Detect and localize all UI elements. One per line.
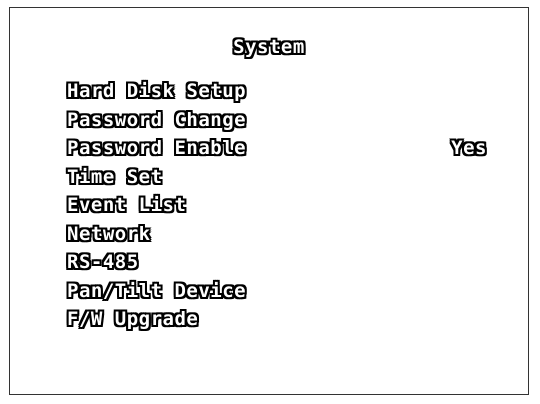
menu-item-password-enable[interactable]: Password Enable Yes: [67, 134, 487, 163]
menu-item-label: Hard Disk Setup: [67, 80, 247, 102]
menu-item-password-change[interactable]: Password Change: [67, 106, 487, 135]
menu-item-label: Network: [67, 222, 151, 245]
menu-item-label: Event List: [67, 194, 187, 216]
menu-item-label: Password Change: [67, 108, 247, 131]
menu-item-network[interactable]: Network: [67, 220, 487, 249]
menu-item-fw-upgrade[interactable]: F/W Upgrade: [67, 305, 487, 334]
password-enable-value[interactable]: Yes: [451, 134, 487, 163]
menu-item-label: RS-485: [67, 251, 139, 273]
menu-item-pan-tilt-device[interactable]: Pan/Tilt Device: [67, 277, 487, 306]
menu-item-label: Pan/Tilt Device: [67, 279, 247, 302]
system-menu: Hard Disk Setup Password Change Password…: [67, 77, 487, 334]
menu-item-label: Password Enable: [67, 137, 247, 159]
menu-item-rs-485[interactable]: RS-485: [67, 248, 487, 277]
menu-item-time-set[interactable]: Time Set: [67, 163, 487, 192]
menu-item-label: Time Set: [67, 165, 163, 188]
menu-item-hard-disk-setup[interactable]: Hard Disk Setup: [67, 77, 487, 106]
menu-title: System: [233, 36, 305, 58]
menu-item-event-list[interactable]: Event List: [67, 191, 487, 220]
menu-item-label: F/W Upgrade: [67, 308, 199, 330]
osd-screen: System Hard Disk Setup Password Change P…: [9, 7, 529, 395]
